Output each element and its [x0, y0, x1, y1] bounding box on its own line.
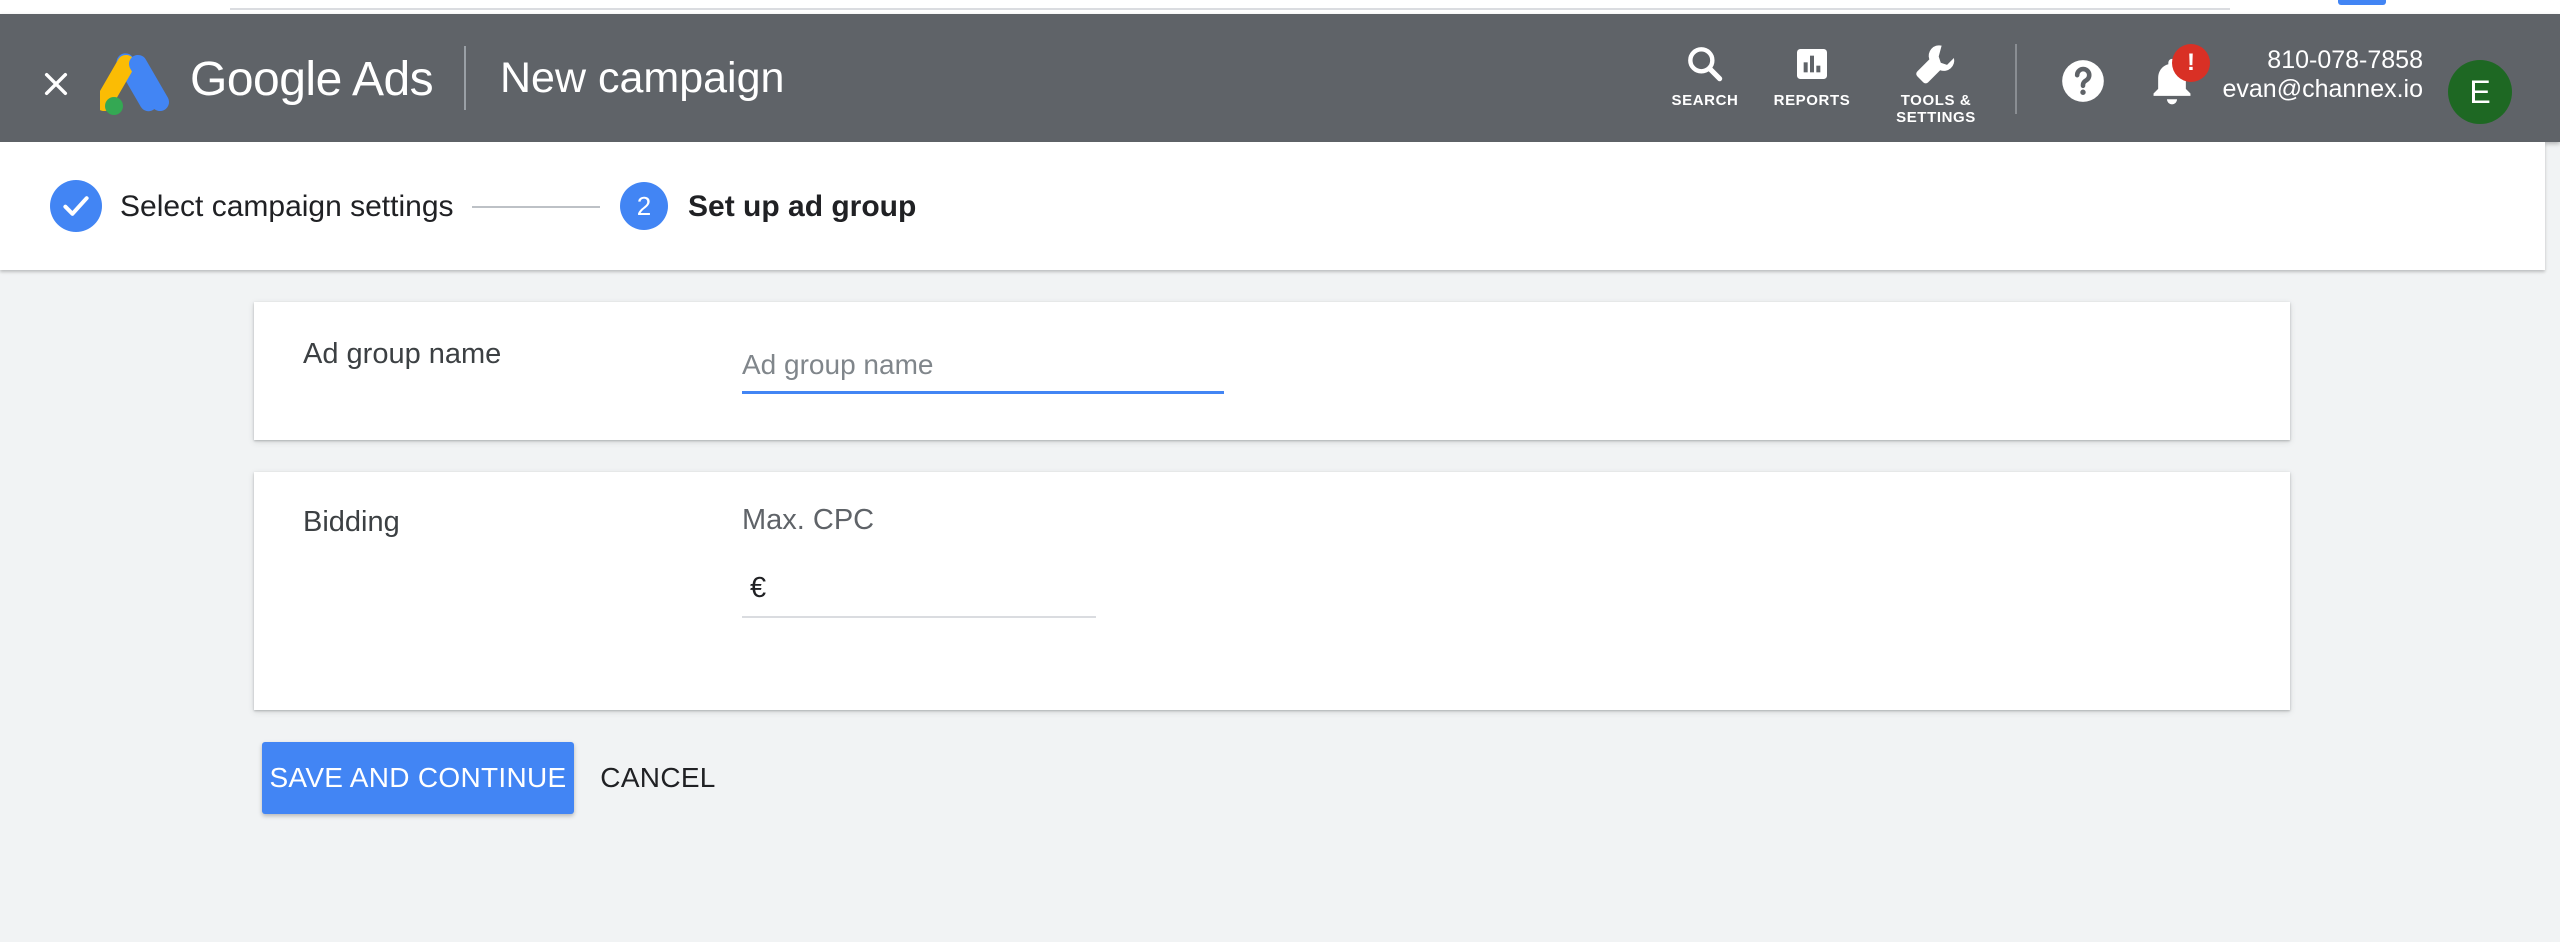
step-connector	[472, 206, 600, 208]
ad-group-name-input[interactable]	[742, 338, 1224, 394]
save-and-continue-button[interactable]: SAVE AND CONTINUE	[262, 742, 574, 814]
bar-chart-icon	[1797, 49, 1827, 79]
app-header: Google Ads New campaign SEARCH REPORTS T…	[0, 14, 2560, 142]
max-cpc-field[interactable]: €	[742, 560, 1096, 618]
max-cpc-input[interactable]	[782, 566, 1082, 610]
step-completed-icon	[50, 180, 102, 232]
address-bar-edge	[230, 8, 2230, 10]
campaign-stepper: Select campaign settings 2 Set up ad gro…	[0, 142, 2545, 270]
account-info[interactable]: 810-078-7858 evan@channex.io	[2222, 46, 2423, 104]
search-tool-label: SEARCH	[1671, 92, 1739, 109]
step-number-badge: 2	[620, 182, 668, 230]
notification-badge: !	[2172, 44, 2210, 82]
help-button[interactable]	[2058, 56, 2108, 106]
cancel-button[interactable]: CANCEL	[590, 742, 726, 814]
search-tool-button[interactable]: SEARCH	[1645, 36, 1765, 132]
avatar[interactable]: E	[2448, 60, 2512, 124]
step-select-campaign-settings[interactable]: Select campaign settings	[120, 190, 454, 224]
browser-indicator	[2338, 0, 2386, 5]
tools-settings-button[interactable]: TOOLS & SETTINGS	[1876, 36, 1996, 132]
close-icon	[44, 72, 68, 96]
max-cpc-label: Max. CPC	[742, 504, 875, 536]
reports-tool-button[interactable]: REPORTS	[1752, 36, 1872, 132]
account-email: evan@channex.io	[2222, 75, 2423, 103]
header-divider	[464, 46, 466, 110]
bidding-label: Bidding	[303, 506, 400, 538]
ad-group-name-label: Ad group name	[303, 338, 502, 370]
google-ads-logo-icon	[100, 53, 169, 115]
checkmark-icon	[63, 196, 89, 216]
close-button[interactable]	[30, 58, 82, 110]
brand-name: Google Ads	[190, 53, 434, 106]
search-icon	[1688, 47, 1723, 82]
header-divider-right	[2015, 44, 2017, 114]
ad-group-name-card: Ad group name	[254, 302, 2290, 440]
currency-symbol: €	[750, 572, 767, 604]
wrench-icon	[1916, 45, 1955, 84]
step-set-up-ad-group: Set up ad group	[688, 190, 917, 223]
account-phone: 810-078-7858	[2267, 46, 2423, 74]
browser-top-strip	[0, 0, 2560, 14]
tools-settings-label: TOOLS & SETTINGS	[1896, 92, 1976, 126]
reports-tool-label: REPORTS	[1773, 92, 1851, 109]
help-icon	[2062, 60, 2104, 102]
page-title: New campaign	[500, 54, 785, 102]
bidding-card: Bidding Max. CPC €	[254, 472, 2290, 710]
